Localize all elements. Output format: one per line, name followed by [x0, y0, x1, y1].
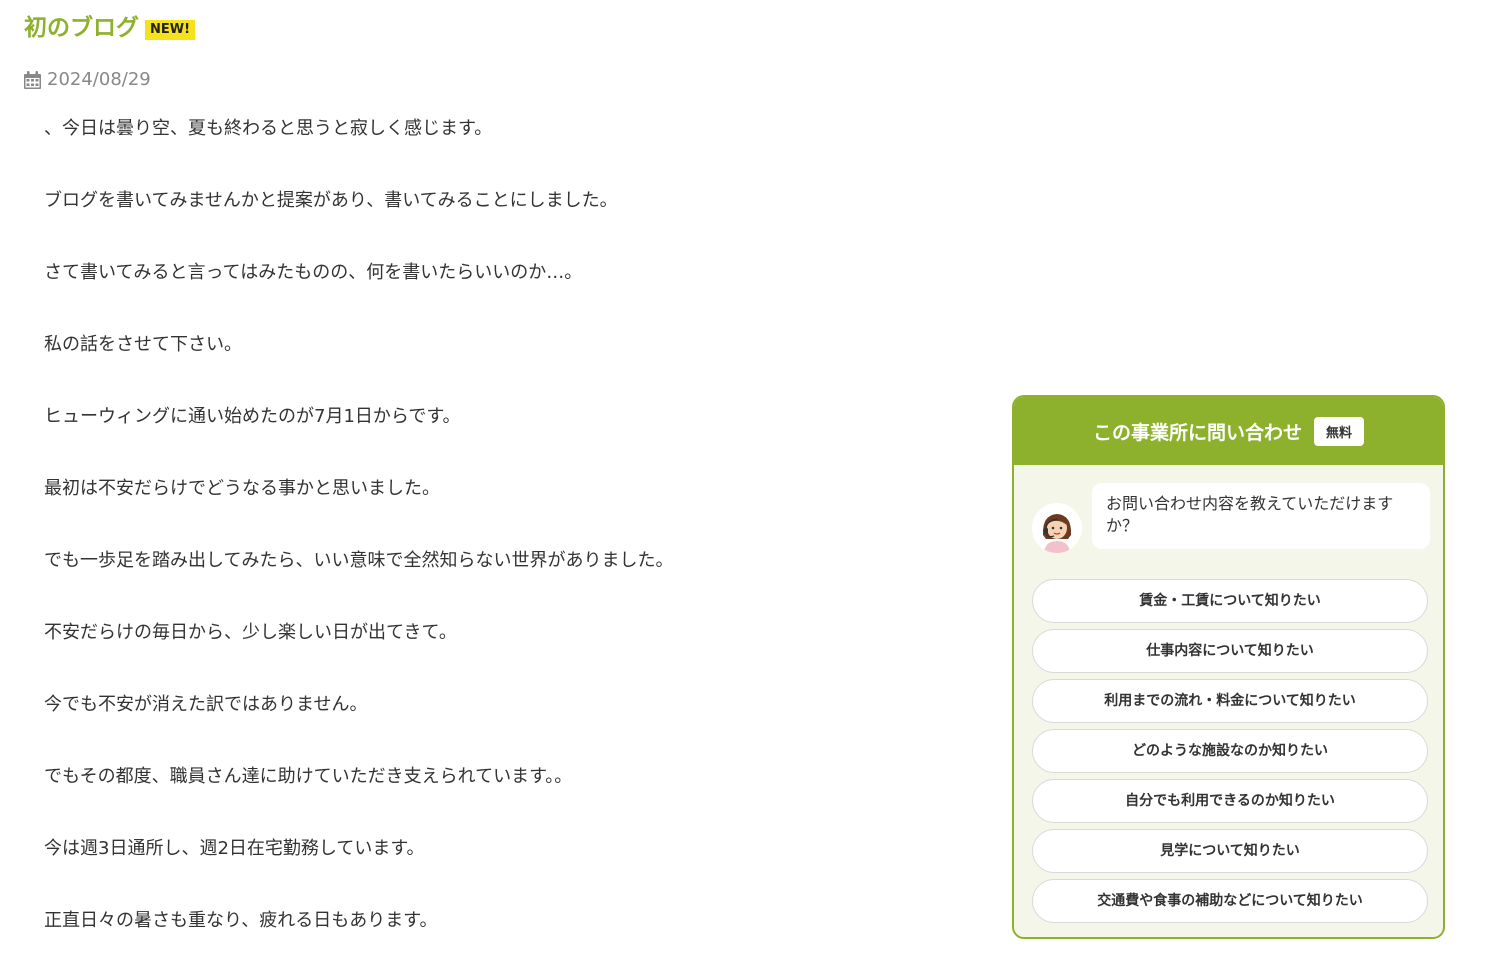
post-paragraph: 今でも不安が消えた訳ではありません。	[44, 694, 368, 715]
post-paragraph: 正直日々の暑さも重なり、疲れる日もあります。	[44, 910, 438, 931]
inquiry-option-process-fees[interactable]: 利用までの流れ・料金について知りたい	[1032, 679, 1428, 723]
post-title: 初のブログ	[24, 15, 139, 41]
post-paragraph: ヒューウィングに通い始めたのが7月1日からです。	[44, 406, 461, 427]
inquiry-option-tour[interactable]: 見学について知りたい	[1032, 829, 1428, 873]
post-paragraph: 私の話をさせて下さい。	[44, 334, 242, 355]
chat-bubble: お問い合わせ内容を教えていただけますか？	[1092, 483, 1430, 549]
post-title-row: 初のブログ NEW!	[24, 12, 196, 44]
contact-widget: この事業所に問い合わせ 無料 お問い合わせ内容を教えていただけますか？ 賃金・工…	[1012, 395, 1445, 939]
post-paragraph: 今は週3日通所し、週2日在宅勤務しています。	[44, 838, 425, 859]
inquiry-option-wages[interactable]: 賃金・工賃について知りたい	[1032, 579, 1428, 623]
post-paragraph: 、今日は曇り空、夏も終わると思うと寂しく感じます。	[44, 118, 493, 139]
contact-widget-header: この事業所に問い合わせ 無料	[1014, 397, 1443, 465]
contact-widget-title: この事業所に問い合わせ	[1092, 421, 1302, 444]
post-date-row: 2024/08/29	[24, 68, 151, 92]
operator-avatar-icon	[1032, 503, 1082, 553]
page: 初のブログ NEW! 2024/08/29 、今日は曇り空、夏も終わると思うと寂…	[0, 0, 1487, 960]
inquiry-option-eligibility[interactable]: 自分でも利用できるのか知りたい	[1032, 779, 1428, 823]
post-paragraph: 最初は不安だらけでどうなる事かと思いました。	[44, 478, 440, 499]
inquiry-option-subsidies[interactable]: 交通費や食事の補助などについて知りたい	[1032, 879, 1428, 923]
chat-message-row: お問い合わせ内容を教えていただけますか？	[1032, 483, 1430, 553]
new-badge: NEW!	[145, 20, 196, 40]
free-badge: 無料	[1314, 416, 1365, 446]
post-paragraph: ブログを書いてみませんかと提案があり、書いてみることにしました。	[44, 190, 618, 211]
post-paragraph: でもその都度、職員さん達に助けていただき支えられています。。	[44, 766, 573, 787]
calendar-icon	[24, 71, 41, 89]
inquiry-options: 賃金・工賃について知りたい 仕事内容について知りたい 利用までの流れ・料金につい…	[1032, 579, 1428, 929]
post-body: 、今日は曇り空、夏も終わると思うと寂しく感じます。 ブログを書いてみませんかと提…	[44, 114, 984, 960]
inquiry-option-work-content[interactable]: 仕事内容について知りたい	[1032, 629, 1428, 673]
inquiry-option-facility[interactable]: どのような施設なのか知りたい	[1032, 729, 1428, 773]
post-date: 2024/08/29	[47, 69, 151, 90]
post-paragraph: 不安だらけの毎日から、少し楽しい日が出てきて。	[44, 622, 457, 643]
post-paragraph: でも一歩足を踏み出してみたら、いい意味で全然知らない世界がありました。	[44, 550, 674, 571]
post-paragraph: さて書いてみると言ってはみたものの、何を書いたらいいのか…。	[44, 262, 583, 283]
